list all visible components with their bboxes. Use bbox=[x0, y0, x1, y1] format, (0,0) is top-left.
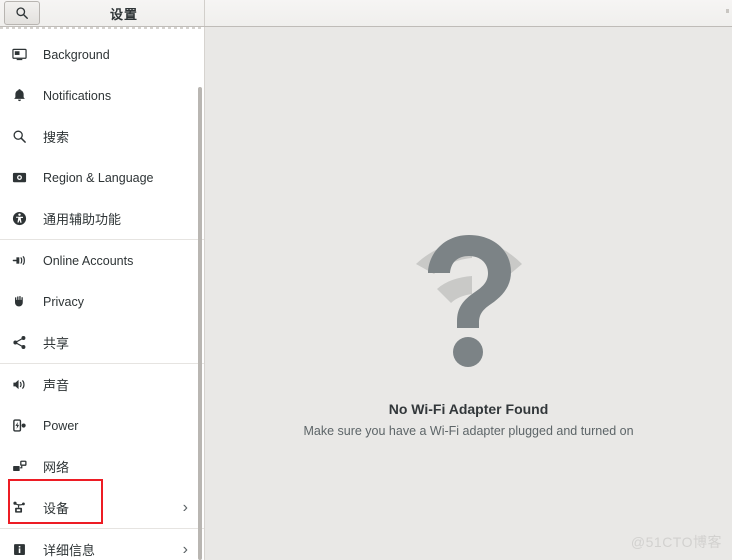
window-title: 设置 bbox=[109, 6, 138, 22]
details-info-icon bbox=[12, 540, 34, 560]
sidebar-item-search[interactable]: 搜索 bbox=[0, 116, 204, 157]
sidebar-item-label: Region & Language bbox=[43, 170, 154, 185]
search-button[interactable] bbox=[4, 1, 40, 25]
wifi-question-icon bbox=[205, 227, 732, 377]
online-accounts-icon bbox=[12, 251, 34, 271]
sharing-share-icon bbox=[12, 333, 34, 353]
settings-window: 设置 Background Notifications 搜索 Region & … bbox=[0, 0, 732, 560]
sidebar-top-dashed-line bbox=[0, 27, 204, 29]
accessibility-icon bbox=[12, 209, 34, 229]
sidebar-scrollbar-thumb[interactable] bbox=[198, 87, 202, 560]
privacy-hand-icon bbox=[12, 292, 34, 312]
sidebar-item-notifications[interactable]: Notifications bbox=[0, 75, 204, 116]
sidebar-item-label: 网络 bbox=[43, 460, 70, 475]
chevron-right-icon: › bbox=[182, 498, 188, 516]
region-language-icon bbox=[12, 168, 34, 188]
sidebar-item-background[interactable]: Background bbox=[0, 34, 204, 75]
sidebar-item-devices[interactable]: 设备 › bbox=[0, 487, 204, 528]
background-monitor-icon bbox=[12, 45, 34, 65]
sidebar-item-sharing[interactable]: 共享 bbox=[0, 322, 204, 363]
sidebar-item-region-language[interactable]: Region & Language bbox=[0, 157, 204, 198]
sidebar-item-label: 通用辅助功能 bbox=[43, 212, 122, 227]
sidebar-item-power[interactable]: Power bbox=[0, 405, 204, 446]
sidebar-item-label: Privacy bbox=[43, 294, 84, 309]
sidebar-item-sound[interactable]: 声音 bbox=[0, 364, 204, 405]
sidebar-item-label: Power bbox=[43, 418, 79, 433]
sidebar-item-label: 设备 bbox=[43, 501, 70, 516]
empty-state-subtitle: Make sure you have a Wi-Fi adapter plugg… bbox=[303, 424, 634, 438]
chevron-right-icon: › bbox=[182, 540, 188, 558]
header-edge-marker bbox=[726, 9, 729, 13]
search-icon bbox=[15, 6, 29, 20]
sidebar-scrollbar[interactable] bbox=[197, 87, 203, 560]
sidebar-item-label: 共享 bbox=[43, 336, 70, 351]
sidebar-item-label: 详细信息 bbox=[43, 543, 96, 558]
main-content-area: No Wi-Fi Adapter Found Make sure you hav… bbox=[205, 27, 732, 560]
power-battery-icon bbox=[12, 416, 34, 436]
sidebar-item-label: 声音 bbox=[43, 378, 70, 393]
search-icon bbox=[12, 127, 34, 147]
header-left-pane: 设置 bbox=[0, 0, 205, 26]
sidebar-item-accessibility[interactable]: 通用辅助功能 bbox=[0, 198, 204, 239]
sidebar-item-network[interactable]: 网络 bbox=[0, 446, 204, 487]
network-icon bbox=[12, 457, 34, 477]
sidebar-item-online-accounts[interactable]: Online Accounts bbox=[0, 240, 204, 281]
sound-speaker-icon bbox=[12, 375, 34, 395]
sidebar-item-label: Online Accounts bbox=[43, 253, 134, 268]
header-right-pane bbox=[205, 0, 732, 26]
wifi-empty-state: No Wi-Fi Adapter Found Make sure you hav… bbox=[205, 227, 732, 438]
sidebar-item-label: Notifications bbox=[43, 88, 112, 103]
header-bar: 设置 bbox=[0, 0, 732, 27]
sidebar-item-label: 搜索 bbox=[43, 130, 70, 145]
sidebar-nav-list: Background Notifications 搜索 Region & Lan… bbox=[0, 34, 204, 560]
watermark: @51CTO博客 bbox=[630, 534, 722, 550]
sidebar-item-privacy[interactable]: Privacy bbox=[0, 281, 204, 322]
devices-icon bbox=[12, 498, 34, 518]
settings-sidebar: Background Notifications 搜索 Region & Lan… bbox=[0, 27, 205, 560]
empty-state-title: No Wi-Fi Adapter Found bbox=[388, 401, 549, 417]
bell-icon bbox=[12, 86, 34, 106]
sidebar-item-details[interactable]: 详细信息 › bbox=[0, 529, 204, 560]
sidebar-item-label: Background bbox=[43, 47, 110, 62]
